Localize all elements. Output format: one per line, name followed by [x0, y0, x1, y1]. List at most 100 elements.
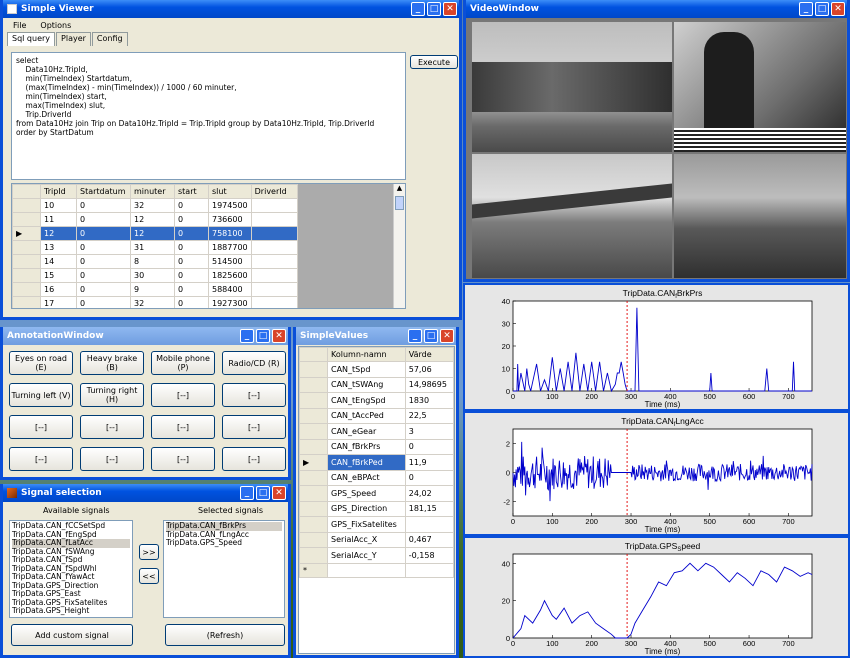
annotation-window-titlebar[interactable]: AnnotationWindow _ □ ✕: [3, 327, 288, 345]
table-cell[interactable]: 758100: [208, 226, 252, 241]
row-header[interactable]: [12, 240, 41, 255]
table-row[interactable]: CAN_tSWAng 14,98695: [299, 376, 454, 393]
annotation-button[interactable]: [--]: [80, 447, 144, 471]
signal-name-cell[interactable]: CAN_eBPAct: [327, 469, 406, 486]
list-item[interactable]: TripData.GPS_Speed: [166, 538, 282, 548]
signal-name-cell[interactable]: CAN_fBrkPrs: [327, 438, 406, 455]
annotation-button[interactable]: [--]: [9, 447, 73, 471]
table-row[interactable]: 11 0 12 0 736600: [12, 212, 298, 227]
signal-value-cell[interactable]: 3: [404, 423, 454, 440]
annotation-button[interactable]: Turning left (V): [9, 383, 73, 407]
table-row[interactable]: ▶ CAN_fBrkPed 11,9: [299, 454, 454, 471]
tab-sql-query[interactable]: Sql query: [7, 32, 56, 46]
signal-name-cell[interactable]: CAN_tAccPed: [327, 407, 406, 424]
table-row[interactable]: ▶ 12 0 12 0 758100: [12, 226, 298, 241]
table-cell[interactable]: 13: [40, 240, 77, 255]
table-row[interactable]: CAN_tAccPed 22,5: [299, 407, 454, 424]
signal-name-cell[interactable]: CAN_fBrkPed: [327, 454, 406, 471]
column-header[interactable]: slut: [208, 184, 252, 199]
table-cell[interactable]: 0: [174, 240, 209, 255]
row-header[interactable]: [299, 500, 328, 517]
row-header[interactable]: ▶: [299, 454, 328, 471]
row-header[interactable]: [299, 531, 328, 548]
signal-name-cell[interactable]: CAN_tEngSpd: [327, 392, 406, 409]
table-row[interactable]: CAN_fBrkPrs 0: [299, 438, 454, 455]
column-header[interactable]: TripId: [40, 184, 77, 199]
table-cell[interactable]: 0: [174, 254, 209, 269]
table-cell[interactable]: 0: [174, 296, 209, 308]
table-cell[interactable]: 12: [40, 226, 77, 241]
maximize-icon[interactable]: □: [424, 329, 438, 343]
table-cell[interactable]: 0: [174, 282, 209, 297]
signal-value-cell[interactable]: 1830: [404, 392, 454, 409]
table-row[interactable]: 14 0 8 0 514500: [12, 254, 298, 269]
row-header[interactable]: [12, 254, 41, 269]
close-icon[interactable]: ✕: [831, 2, 845, 16]
table-cell[interactable]: 0: [76, 198, 131, 213]
table-row[interactable]: GPS_Direction 181,15: [299, 500, 454, 517]
table-cell[interactable]: 0: [76, 268, 131, 283]
annotation-button[interactable]: [--]: [151, 415, 215, 439]
table-cell[interactable]: 514500: [208, 254, 252, 269]
row-header[interactable]: [299, 485, 328, 502]
table-cell[interactable]: 11: [40, 212, 77, 227]
signal-name-cell[interactable]: CAN_tSpd: [327, 361, 406, 378]
table-cell[interactable]: 10: [40, 198, 77, 213]
remove-signal-button[interactable]: <<: [139, 568, 159, 584]
table-cell[interactable]: [250, 226, 298, 241]
table-cell[interactable]: 17: [40, 296, 77, 308]
annotation-button[interactable]: Radio/CD (R): [222, 351, 286, 375]
minimize-icon[interactable]: _: [799, 2, 813, 16]
table-cell[interactable]: [250, 296, 298, 308]
signal-value-cell[interactable]: 24,02: [404, 485, 454, 502]
execute-button[interactable]: Execute: [410, 55, 458, 69]
row-header[interactable]: [299, 438, 328, 455]
maximize-icon[interactable]: □: [256, 329, 270, 343]
annotation-button[interactable]: [--]: [9, 415, 73, 439]
table-row[interactable]: 13 0 31 0 1887700: [12, 240, 298, 255]
signal-value-cell[interactable]: 0: [404, 438, 454, 455]
table-cell[interactable]: 32: [130, 198, 175, 213]
table-cell[interactable]: 0: [174, 198, 209, 213]
table-row[interactable]: CAN_eBPAct 0: [299, 469, 454, 486]
table-cell[interactable]: 8: [130, 254, 175, 269]
table-cell[interactable]: 0: [174, 226, 209, 241]
row-header[interactable]: [299, 392, 328, 409]
table-cell[interactable]: 1927300: [208, 296, 252, 308]
signal-value-cell[interactable]: 181,15: [404, 500, 454, 517]
row-header[interactable]: [12, 282, 41, 297]
signal-value-cell[interactable]: 14,98695: [404, 376, 454, 393]
table-cell[interactable]: 12: [130, 212, 175, 227]
table-cell[interactable]: [404, 562, 454, 578]
table-row[interactable]: SerialAcc_Y -0,158: [299, 547, 454, 564]
table-row[interactable]: GPS_FixSatelites: [299, 516, 454, 533]
column-header[interactable]: start: [174, 184, 209, 199]
table-cell[interactable]: 0: [76, 212, 131, 227]
close-icon[interactable]: ✕: [440, 329, 454, 343]
selected-signals-list[interactable]: TripData.CAN_fBrkPrs TripData.CAN_fLngAcc…: [163, 520, 285, 618]
signal-value-cell[interactable]: 22,5: [404, 407, 454, 424]
scrollbar-thumb[interactable]: [395, 196, 404, 210]
refresh-button[interactable]: (Refresh): [165, 624, 285, 646]
table-cell[interactable]: [250, 282, 298, 297]
signal-value-cell[interactable]: 0,467: [404, 531, 454, 548]
annotation-button[interactable]: Heavy brake (B): [80, 351, 144, 375]
row-header[interactable]: [12, 212, 41, 227]
table-cell[interactable]: 588400: [208, 282, 252, 297]
table-cell[interactable]: 0: [76, 226, 131, 241]
table-row[interactable]: CAN_eGear 3: [299, 423, 454, 440]
table-row[interactable]: CAN_tEngSpd 1830: [299, 392, 454, 409]
menu-file[interactable]: File: [13, 21, 26, 30]
signal-name-cell[interactable]: SerialAcc_X: [327, 531, 406, 548]
row-header[interactable]: [299, 376, 328, 393]
table-cell[interactable]: 0: [76, 282, 131, 297]
signal-name-cell[interactable]: CAN_tSWAng: [327, 376, 406, 393]
table-cell[interactable]: [250, 198, 298, 213]
table-cell[interactable]: 16: [40, 282, 77, 297]
table-cell[interactable]: 30: [130, 268, 175, 283]
signal-selection-titlebar[interactable]: Signal selection _ □ ✕: [3, 484, 288, 502]
row-header[interactable]: [299, 407, 328, 424]
table-row[interactable]: 17 0 32 0 1927300: [12, 296, 298, 308]
annotation-button[interactable]: [--]: [80, 415, 144, 439]
row-header[interactable]: [299, 423, 328, 440]
